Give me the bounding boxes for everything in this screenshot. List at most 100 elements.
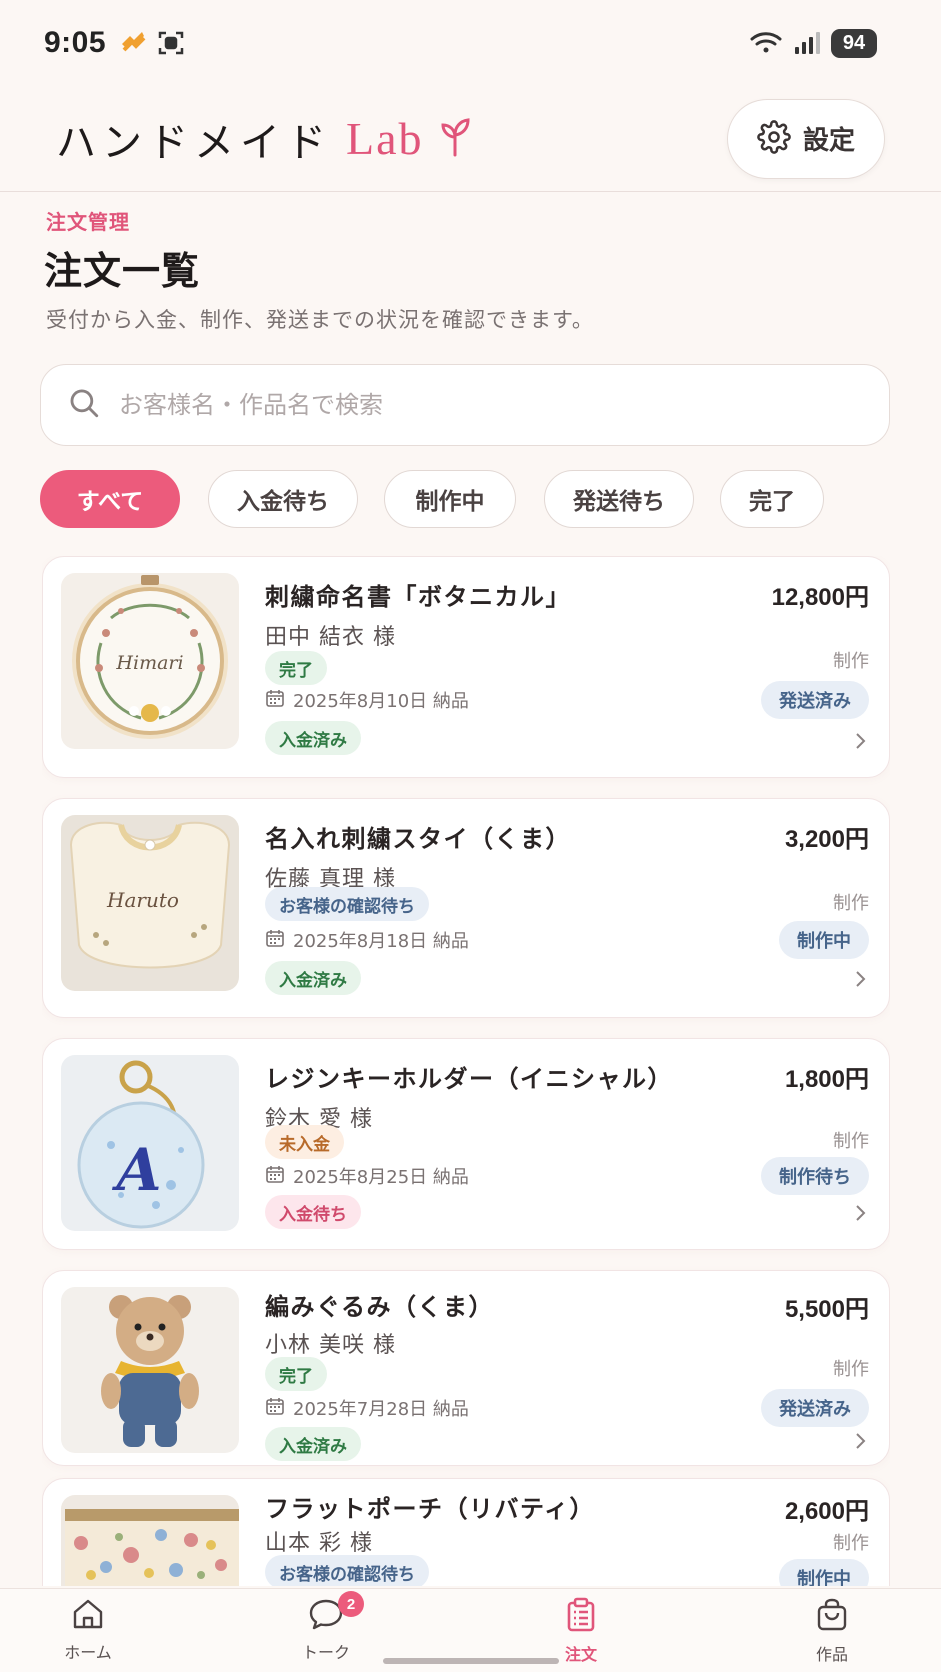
sprout-icon — [438, 117, 472, 161]
calendar-icon — [265, 928, 285, 953]
order-delivery-date: 2025年8月25日 納品 — [293, 1167, 469, 1188]
unread-badge: 2 — [338, 1591, 364, 1617]
payment-status-badge: 入金済み — [265, 1427, 361, 1461]
status-bar: 9:05 94 — [0, 0, 941, 86]
production-label: 制作 — [833, 1131, 869, 1152]
order-card[interactable]: Himari 刺繍命名書「ボタニカル」 田中 結衣 様 完了 2025年8月10… — [42, 556, 890, 778]
payment-status-badge: 入金済み — [265, 721, 361, 755]
chevron-right-icon — [853, 1203, 867, 1227]
order-status-badge: お客様の確認待ち — [265, 887, 429, 921]
logo-accent: Lab — [346, 113, 424, 164]
order-item-name: 名入れ刺繍スタイ（くま） — [265, 825, 571, 853]
nav-label: トーク — [301, 1643, 350, 1662]
order-delivery: 2025年8月25日 納品 — [265, 1163, 469, 1189]
order-price: 2,600円 — [784, 1498, 869, 1525]
app-logo: ハンドメイド Lab — [56, 110, 472, 168]
order-customer: 田中 結衣 様 — [265, 625, 396, 650]
product-thumbnail — [61, 1287, 239, 1453]
order-item-name: 刺繍命名書「ボタニカル」 — [265, 583, 571, 611]
order-delivery: 2025年7月28日 納品 — [265, 1395, 469, 1421]
order-delivery-date: 2025年7月28日 納品 — [293, 1399, 469, 1420]
order-card[interactable]: Haruto 名入れ刺繍スタイ（くま） 佐藤 真理 様 お客様の確認待ち 202… — [42, 798, 890, 1018]
nav-label: ホーム — [64, 1643, 112, 1662]
search-bar[interactable] — [40, 364, 890, 446]
signal-icon — [793, 30, 821, 56]
order-customer: 小林 美咲 様 — [265, 1333, 396, 1358]
home-icon — [70, 1597, 106, 1635]
nav-item-works[interactable]: 作品 — [772, 1597, 892, 1665]
production-label: 制作 — [833, 651, 869, 672]
order-price: 3,200円 — [784, 826, 869, 853]
order-price: 1,800円 — [784, 1066, 869, 1093]
order-delivery-date: 2025年8月10日 納品 — [293, 691, 469, 712]
order-status-badge: お客様の確認待ち — [265, 1555, 429, 1586]
settings-button[interactable]: 設定 — [727, 98, 885, 179]
order-card[interactable]: フラットポーチ（リバティ） 山本 彩 様 お客様の確認待ち 2,600円 制作 … — [42, 1478, 890, 1586]
chevron-right-icon — [853, 1431, 867, 1455]
order-card[interactable]: A レジンキーホルダー（イニシャル） 鈴木 愛 様 未入金 2025年8月25日… — [42, 1038, 890, 1250]
payment-status-badge: 入金待ち — [265, 1195, 361, 1229]
production-status-badge: 発送済み — [761, 681, 869, 719]
filter-chip-in-production[interactable]: 制作中 — [384, 470, 516, 528]
thumbnail-keychain-text: A — [111, 1136, 161, 1204]
production-label: 制作 — [833, 1533, 869, 1554]
filter-chips: すべて 入金待ち 制作中 発送待ち 完了 — [40, 470, 920, 530]
nav-item-talk[interactable]: トーク 2 — [266, 1591, 386, 1663]
order-status-badge: 未入金 — [265, 1125, 344, 1159]
payment-status-badge: 入金済み — [265, 961, 361, 995]
order-delivery: 2025年8月10日 納品 — [265, 687, 469, 713]
gear-icon — [757, 119, 791, 158]
clipboard-icon — [563, 1597, 599, 1637]
thumbnail-bib-text: Haruto — [106, 888, 179, 912]
battery-indicator: 94 — [831, 28, 877, 58]
filter-chip-all[interactable]: すべて — [40, 470, 180, 528]
order-delivery: 2025年8月18日 納品 — [265, 927, 469, 953]
screen-record-icon — [158, 30, 184, 56]
chevron-right-icon — [853, 731, 867, 755]
logo-text: ハンドメイド — [56, 119, 332, 166]
search-icon — [67, 386, 101, 424]
product-thumbnail: A — [61, 1055, 239, 1231]
order-status-badge: 完了 — [265, 1357, 327, 1391]
order-price: 5,500円 — [784, 1296, 869, 1323]
order-item-name: フラットポーチ（リバティ） — [265, 1495, 596, 1523]
production-label: 制作 — [833, 1359, 869, 1380]
filter-chip-completed[interactable]: 完了 — [720, 470, 824, 528]
search-input[interactable] — [119, 391, 819, 419]
bag-icon — [814, 1597, 850, 1637]
production-label: 制作 — [833, 893, 869, 914]
order-delivery-date: 2025年8月18日 納品 — [293, 931, 469, 952]
page-title: 注文一覧 — [44, 249, 201, 293]
order-item-name: レジンキーホルダー（イニシャル） — [265, 1065, 673, 1093]
product-thumbnail — [61, 1495, 239, 1586]
order-price: 12,800円 — [771, 584, 869, 611]
chevron-right-icon — [853, 969, 867, 993]
order-list: Himari 刺繍命名書「ボタニカル」 田中 結衣 様 完了 2025年8月10… — [42, 556, 890, 1586]
nav-item-home[interactable]: ホーム — [28, 1597, 148, 1663]
production-status-badge: 制作中 — [779, 1559, 869, 1586]
product-thumbnail: Haruto — [61, 815, 239, 991]
product-thumbnail: Himari — [61, 573, 239, 749]
nav-item-orders[interactable]: 注文 — [521, 1597, 641, 1665]
app-notification-icon — [118, 30, 146, 56]
thumbnail-hoop-text: Himari — [115, 652, 183, 674]
calendar-icon — [265, 1396, 285, 1421]
breadcrumb: 注文管理 — [46, 210, 130, 234]
order-card[interactable]: 編みぐるみ（くま） 小林 美咲 様 完了 2025年7月28日 納品 入金済み … — [42, 1270, 890, 1466]
settings-label: 設定 — [802, 126, 855, 156]
order-item-name: 編みぐるみ（くま） — [265, 1293, 495, 1321]
production-status-badge: 制作待ち — [761, 1157, 869, 1195]
nav-label: 作品 — [815, 1645, 848, 1664]
production-status-badge: 制作中 — [779, 921, 869, 959]
calendar-icon — [265, 1164, 285, 1189]
app-header: ハンドメイド Lab 設定 — [0, 86, 941, 192]
production-status-badge: 発送済み — [761, 1389, 869, 1427]
wifi-icon — [749, 30, 783, 56]
page-subtitle: 受付から入金、制作、発送までの状況を確認できます。 — [46, 308, 594, 332]
status-time: 9:05 — [44, 26, 107, 59]
filter-chip-awaiting-shipment[interactable]: 発送待ち — [544, 470, 694, 528]
calendar-icon — [265, 688, 285, 713]
nav-label: 注文 — [564, 1645, 597, 1664]
filter-chip-awaiting-payment[interactable]: 入金待ち — [208, 470, 358, 528]
home-indicator — [383, 1658, 559, 1664]
